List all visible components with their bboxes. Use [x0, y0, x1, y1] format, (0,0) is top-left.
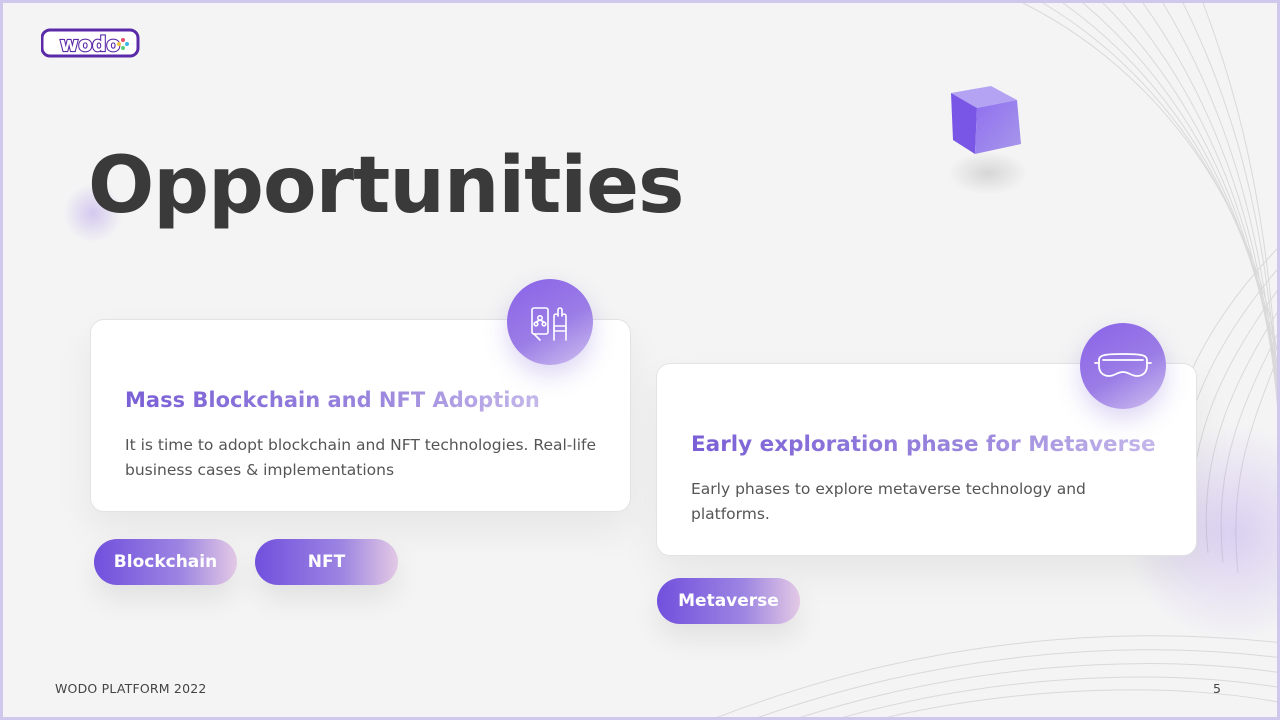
- blockchain-hands-icon: [507, 279, 593, 365]
- tag-nft[interactable]: NFT: [255, 539, 398, 585]
- card-heading: Early exploration phase for Metaverse: [691, 432, 1156, 457]
- slide: wodo Opportunities Mass Blockchain and N…: [0, 0, 1280, 720]
- card-text: Early phases to explore metaverse techno…: [691, 480, 1086, 523]
- wodo-logo: wodo: [41, 28, 140, 58]
- card-text: It is time to adopt blockchain and NFT t…: [125, 436, 597, 479]
- tag-blockchain[interactable]: Blockchain: [94, 539, 237, 585]
- page-title: Opportunities: [88, 141, 684, 231]
- svg-text:wodo: wodo: [60, 32, 120, 56]
- footer-text: WODO PLATFORM 2022: [55, 681, 207, 696]
- page-number: 5: [1213, 681, 1221, 696]
- cube-decoration: [948, 86, 1028, 195]
- card-heading: Mass Blockchain and NFT Adoption: [125, 388, 540, 412]
- tag-metaverse[interactable]: Metaverse: [657, 578, 800, 624]
- vr-headset-icon: [1080, 323, 1166, 409]
